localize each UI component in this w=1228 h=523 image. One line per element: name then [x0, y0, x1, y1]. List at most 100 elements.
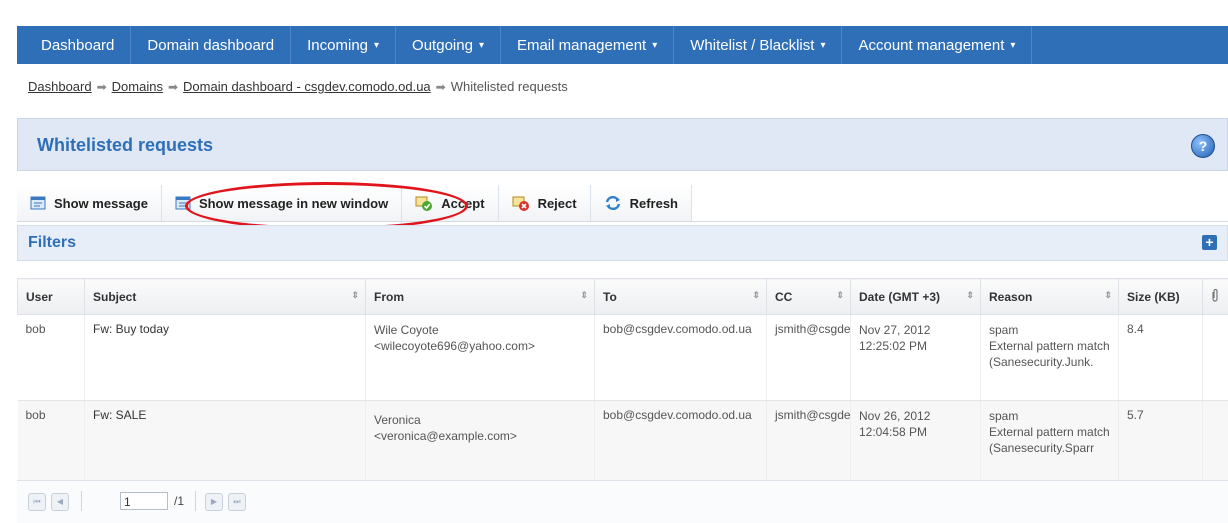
show-message-button[interactable]: Show message: [17, 185, 162, 221]
cell-subject: Fw: SALE: [85, 401, 366, 485]
header-label: User: [26, 290, 53, 304]
first-page-icon[interactable]: ⏮: [28, 493, 46, 511]
reason-line: External pattern match: [989, 424, 1110, 440]
refresh-icon: [604, 195, 622, 211]
column-header-size[interactable]: Size (KB): [1119, 279, 1203, 315]
next-page-icon[interactable]: ▶: [205, 493, 223, 511]
header-label: From: [374, 290, 404, 304]
accept-label: Accept: [441, 196, 484, 211]
page-total: /1: [174, 494, 184, 508]
date-value: Nov 26, 2012: [859, 408, 972, 424]
nav-account-management[interactable]: Account management▾: [842, 26, 1032, 64]
time-value: 12:25:02 PM: [859, 338, 972, 354]
from-email: <wilecoyote696@yahoo.com>: [374, 338, 586, 354]
expand-icon[interactable]: +: [1202, 235, 1217, 250]
panel-header: Whitelisted requests ?: [17, 118, 1228, 171]
column-header-attachment[interactable]: [1203, 279, 1228, 315]
show-message-label: Show message: [54, 196, 148, 211]
column-header-user[interactable]: User: [18, 279, 85, 315]
header-label: CC: [775, 290, 792, 304]
cell-reason: spamExternal pattern match(Sanesecurity.…: [981, 315, 1119, 401]
column-header-reason[interactable]: Reason ⇕: [981, 279, 1119, 315]
nav-domain-dashboard[interactable]: Domain dashboard: [131, 26, 291, 64]
sort-icon: ⇕: [966, 290, 974, 301]
nav-whitelist-blacklist[interactable]: Whitelist / Blacklist ▾: [674, 26, 842, 64]
last-page-icon[interactable]: ⏭: [228, 493, 246, 511]
breadcrumb-current: Whitelisted requests: [451, 79, 568, 94]
arrow-right-icon: ➡: [97, 80, 107, 94]
nav-label: Dashboard: [41, 37, 114, 54]
cell-size: 8.4: [1119, 315, 1203, 401]
nav-label: Account management: [858, 37, 1004, 54]
refresh-label: Refresh: [630, 196, 678, 211]
breadcrumb-link-domain-dashboard[interactable]: Domain dashboard - csgdev.comodo.od.ua: [183, 79, 431, 94]
nav-incoming[interactable]: Incoming▾: [291, 26, 396, 64]
cell-subject: Fw: Buy today: [85, 315, 366, 401]
reject-button[interactable]: Reject: [499, 185, 591, 221]
top-navigation: Dashboard Domain dashboard Incoming▾ Out…: [17, 26, 1228, 64]
reason-line: External pattern match: [989, 338, 1110, 354]
nav-outgoing[interactable]: Outgoing▾: [396, 26, 501, 64]
show-message-new-window-button[interactable]: Show message in new window: [162, 185, 402, 221]
reason-line: spam: [989, 408, 1110, 424]
message-window-icon: [175, 196, 191, 210]
column-header-to[interactable]: To⇕: [595, 279, 767, 315]
table-row[interactable]: bob Fw: SALE Veronica<veronica@example.c…: [18, 401, 1228, 485]
refresh-button[interactable]: Refresh: [591, 185, 692, 221]
chevron-down-icon: ▾: [820, 40, 825, 51]
paperclip-icon: [1211, 288, 1219, 302]
breadcrumb-link-dashboard[interactable]: Dashboard: [28, 79, 92, 94]
breadcrumb-link-domains[interactable]: Domains: [112, 79, 163, 94]
message-icon: [30, 196, 46, 210]
cell-from: Wile Coyote<wilecoyote696@yahoo.com>: [366, 315, 595, 401]
cell-cc: jsmith@csgdev.comodo.od.ua: [767, 401, 851, 485]
header-label: Subject: [93, 290, 136, 304]
header-label: Date (GMT +3): [859, 290, 940, 304]
sort-icon: ⇕: [1104, 290, 1112, 301]
cell-reason: spamExternal pattern match(Sanesecurity.…: [981, 401, 1119, 485]
cell-cc: jsmith@csgdev.comodo.od.ua: [767, 315, 851, 401]
sort-icon: ⇕: [580, 290, 588, 301]
nav-email-management[interactable]: Email management ▾: [501, 26, 674, 64]
help-icon[interactable]: ?: [1191, 134, 1215, 158]
arrow-right-icon: ➡: [436, 80, 446, 94]
arrow-right-icon: ➡: [168, 80, 178, 94]
accept-icon: [415, 195, 433, 211]
filters-panel[interactable]: Filters +: [17, 225, 1228, 261]
cell-user: bob: [18, 401, 85, 485]
pager-separator: [81, 491, 82, 511]
page-title: Whitelisted requests: [37, 135, 213, 156]
date-value: Nov 27, 2012: [859, 322, 972, 338]
show-message-new-window-label: Show message in new window: [199, 196, 388, 211]
breadcrumb: Dashboard ➡ Domains ➡ Domain dashboard - csg…: [28, 79, 568, 94]
header-label: Reason: [989, 290, 1032, 304]
cell-user: bob: [18, 315, 85, 401]
column-header-from[interactable]: From ⇕: [366, 279, 595, 315]
reject-icon: [512, 195, 530, 211]
cell-to: bob@csgdev.comodo.od.ua: [595, 315, 767, 401]
table-row[interactable]: bob Fw: Buy today Wile Coyote<wilecoyote…: [18, 315, 1228, 401]
nav-dashboard[interactable]: Dashboard: [17, 26, 131, 64]
nav-label: Whitelist / Blacklist: [690, 37, 814, 54]
time-value: 12:04:58 PM: [859, 424, 972, 440]
sort-icon: ⇕: [752, 290, 760, 301]
chevron-down-icon: ▾: [479, 40, 484, 51]
app-window: Dashboard Domain dashboard Incoming▾ Out…: [17, 0, 1228, 522]
from-name: Veronica: [374, 412, 586, 428]
from-email: <veronica@example.com>: [374, 428, 586, 444]
column-header-subject[interactable]: Subject⇕: [85, 279, 366, 315]
chevron-down-icon: ▾: [652, 40, 657, 51]
column-header-date[interactable]: Date (GMT +3) ⇕: [851, 279, 981, 315]
column-header-cc[interactable]: CC⇕: [767, 279, 851, 315]
prev-page-icon[interactable]: ◀: [51, 493, 69, 511]
from-name: Wile Coyote: [374, 322, 586, 338]
chevron-down-icon: ▾: [374, 40, 379, 51]
page-number-input[interactable]: 1: [120, 492, 168, 510]
reason-line: spam: [989, 322, 1110, 338]
cell-to: bob@csgdev.comodo.od.ua: [595, 401, 767, 485]
accept-button[interactable]: Accept: [402, 185, 498, 221]
header-label: Size (KB): [1127, 290, 1180, 304]
requests-table: User Subject⇕ From⇕ To⇕ CC⇕ Date (GMT +3…: [17, 278, 1228, 484]
nav-label: Domain dashboard: [147, 37, 274, 54]
nav-label: Email management: [517, 37, 646, 54]
